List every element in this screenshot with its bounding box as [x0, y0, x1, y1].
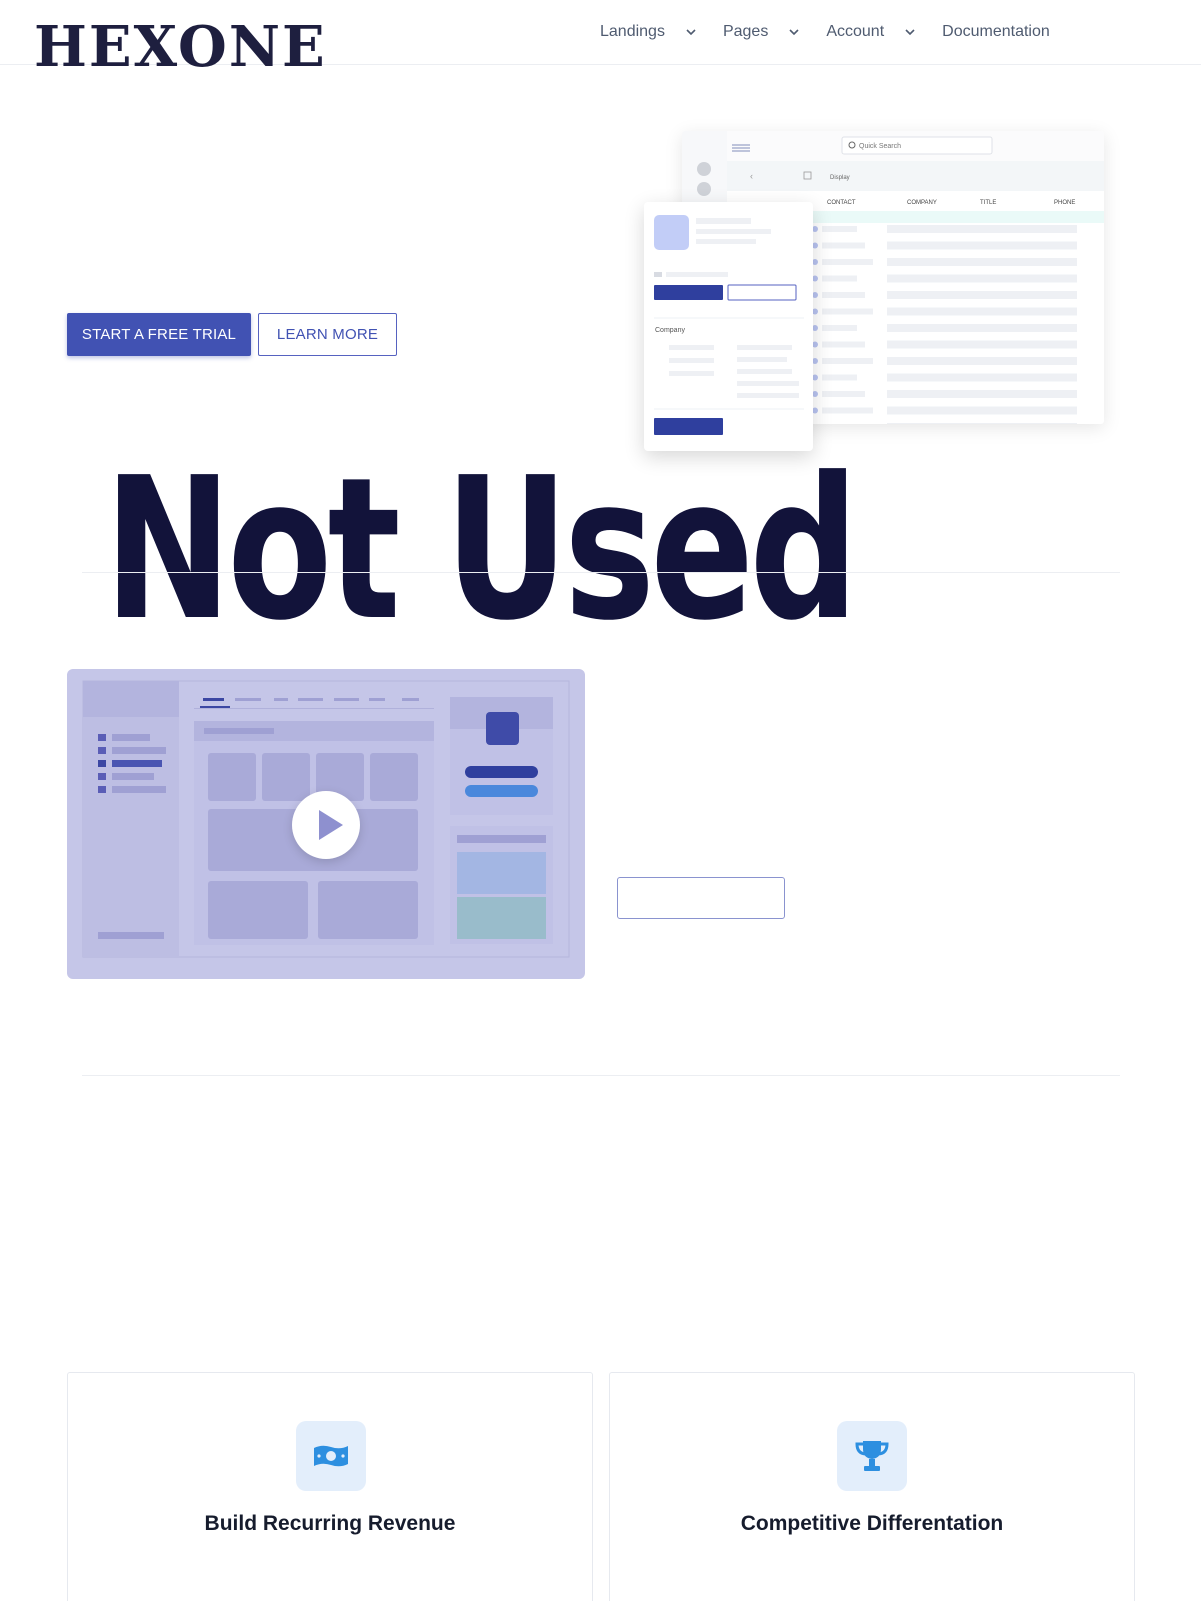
row-name-placeholder: [822, 374, 857, 381]
chevron-down-icon: [905, 29, 915, 36]
section-divider: [82, 1075, 1120, 1076]
feature-title: Build Recurring Revenue: [204, 1512, 456, 1535]
chevron-down-icon: [686, 29, 696, 36]
nav-documentation-label: Documentation: [942, 23, 1050, 40]
column-contact: CONTACT: [827, 200, 856, 206]
column-phone: PHONE: [1054, 200, 1075, 206]
feature-card-recurring-revenue: Build Recurring Revenue: [67, 1372, 593, 1601]
row-data-placeholder: [887, 274, 1077, 283]
not-used-overlay-text: Not Used: [104, 436, 859, 664]
quick-search-label: Quick Search: [859, 143, 901, 150]
row-name-placeholder: [822, 325, 857, 331]
nav-account[interactable]: Account: [826, 23, 916, 41]
svg-text:‹: ‹: [750, 171, 753, 181]
contact-card-mockup: Company: [644, 202, 813, 451]
learn-more-button[interactable]: LEARN MORE: [258, 313, 397, 356]
row-data-placeholder: [887, 423, 1077, 424]
column-title: TITLE: [980, 200, 996, 206]
row-data-placeholder: [887, 340, 1077, 349]
row-name-placeholder: [822, 259, 873, 265]
row-name-placeholder: [822, 275, 857, 282]
row-name-placeholder: [822, 292, 865, 298]
nav-landings[interactable]: Landings: [600, 23, 697, 41]
row-name-placeholder: [822, 242, 865, 249]
section-divider: [82, 572, 1120, 573]
feature-title: Competitive Differentation: [740, 1512, 1004, 1535]
play-icon: [319, 810, 343, 840]
video-section-button[interactable]: [617, 877, 785, 919]
nav-pages[interactable]: Pages: [723, 23, 800, 41]
nav-pages-label: Pages: [722, 23, 769, 40]
money-bill-icon: [296, 1421, 366, 1491]
play-button[interactable]: [292, 791, 360, 859]
column-company: COMPANY: [907, 200, 937, 206]
row-data-placeholder: [887, 241, 1077, 250]
nav-documentation[interactable]: Documentation: [942, 23, 1050, 41]
row-name-placeholder: [822, 308, 873, 315]
row-name-placeholder: [822, 226, 857, 232]
feature-card-competitive-differentiation: Competitive Differentation: [609, 1372, 1135, 1601]
row-data-placeholder: [887, 390, 1077, 398]
row-data-placeholder: [887, 225, 1077, 233]
row-data-placeholder: [887, 373, 1077, 382]
hexone-logo[interactable]: HEXONE: [34, 14, 344, 80]
company-section-label: Company: [655, 327, 685, 334]
trophy-icon: [837, 1421, 907, 1491]
row-name-placeholder: [822, 341, 865, 348]
main-nav: Landings Pages Account Documentation: [600, 20, 1076, 44]
start-free-trial-button[interactable]: START A FREE TRIAL: [67, 313, 251, 356]
display-label: Display: [830, 175, 850, 181]
row-data-placeholder: [887, 291, 1077, 299]
row-data-placeholder: [887, 258, 1077, 266]
chevron-down-icon: [789, 29, 799, 36]
row-name-placeholder: [822, 391, 865, 397]
row-name-placeholder: [822, 358, 873, 364]
row-data-placeholder: [887, 406, 1077, 415]
row-data-placeholder: [887, 307, 1077, 316]
row-name-placeholder: [822, 407, 873, 414]
nav-account-label: Account: [826, 23, 885, 40]
row-data-placeholder: [887, 324, 1077, 332]
site-header: HEXONE Landings Pages Account Documentat…: [0, 0, 1201, 80]
nav-landings-label: Landings: [600, 23, 665, 40]
logo-text: HEXONE: [34, 14, 327, 70]
row-data-placeholder: [887, 357, 1077, 365]
